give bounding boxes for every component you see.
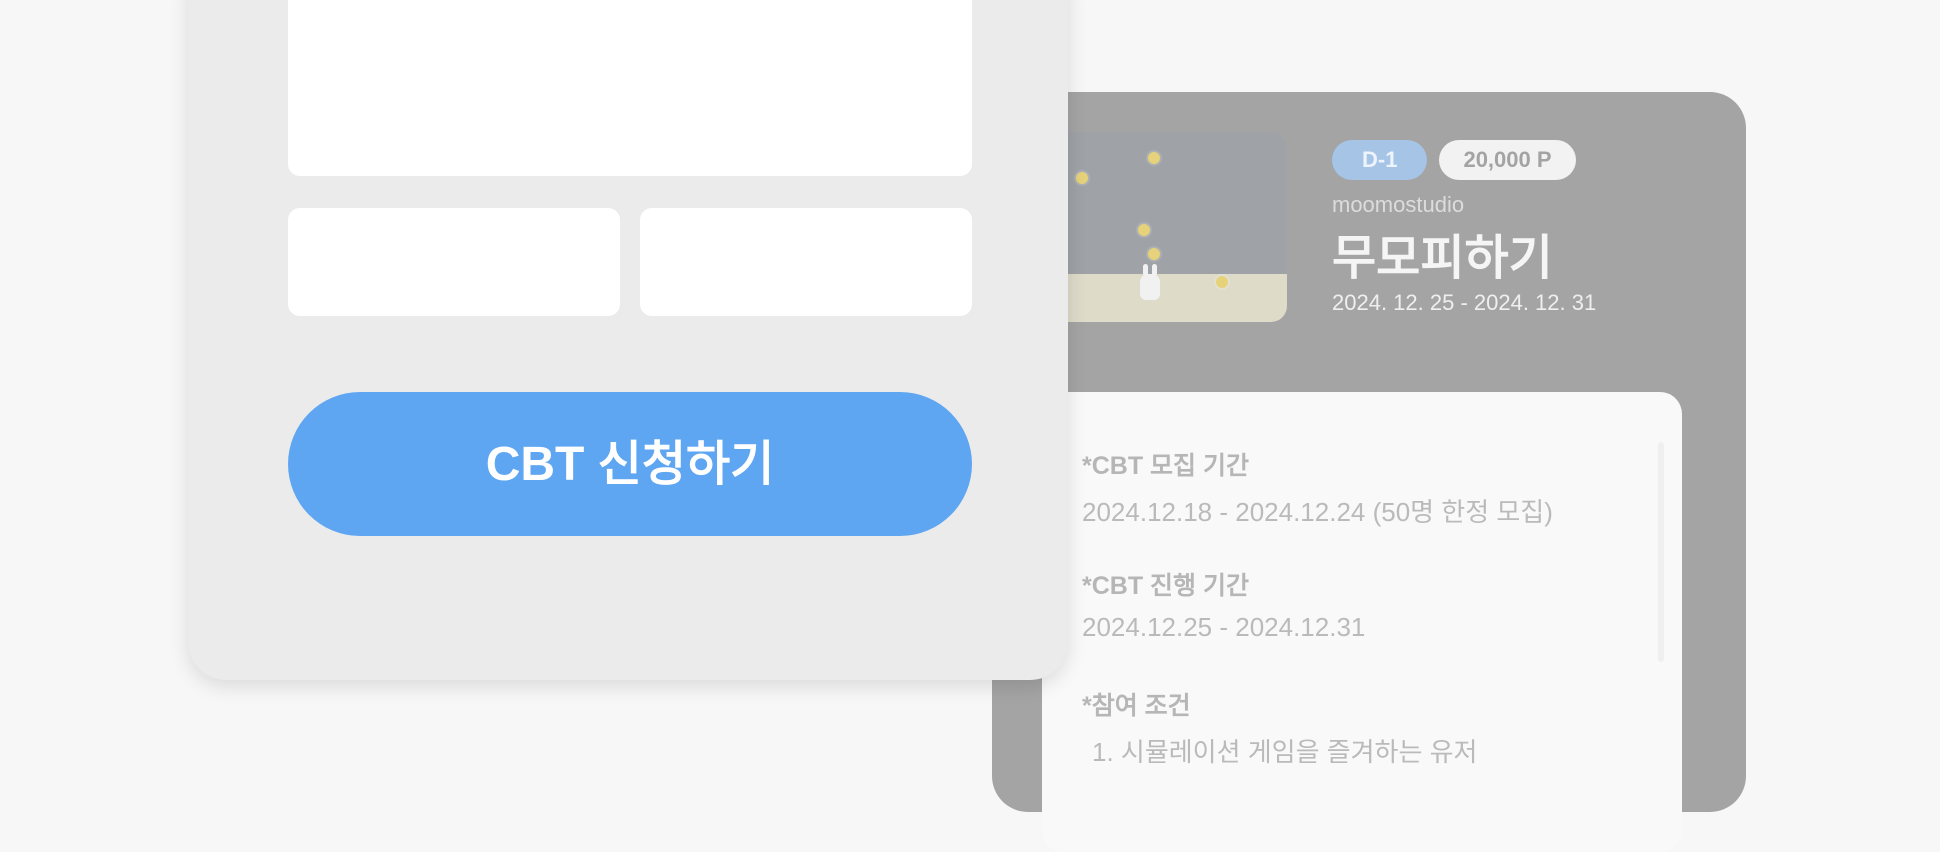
recruit-period-label: *CBT 모집 기간 [1082,452,1250,480]
form-input-left[interactable] [288,208,620,316]
points-badge: 20,000 P [1439,140,1576,180]
participation-label: *참여 조건 [1082,692,1191,720]
participation-value: 1. 시뮬레이션 게임을 즐겨하는 유저 [1092,737,1478,767]
participation-section: *참여 조건 1. 시뮬레이션 게임을 즐겨하는 유저 [1082,686,1477,769]
progress-period-value: 2024.12.25 - 2024.12.31 [1082,612,1366,642]
form-input-right[interactable] [640,208,972,316]
recruit-period-section: *CBT 모집 기간 2024.12.18 - 2024.12.24 (50명 … [1082,446,1553,529]
game-thumbnail-image [1044,132,1287,322]
recruit-period-value: 2024.12.18 - 2024.12.24 (50명 한정 모집) [1082,497,1553,527]
cbt-apply-button[interactable]: CBT 신청하기 [288,392,972,536]
event-period: 2024. 12. 25 - 2024. 12. 31 [1332,290,1597,315]
game-title: 무모피하기 [1332,232,1553,285]
info-scrollbar[interactable] [1658,442,1664,662]
dday-badge: D-1 [1332,140,1428,180]
progress-period-section: *CBT 진행 기간 2024.12.25 - 2024.12.31 [1082,566,1365,643]
progress-period-label: *CBT 진행 기간 [1082,572,1250,600]
studio-name: moomostudio [1332,192,1465,217]
cbt-application-form: CBT 신청하기 [188,0,1068,680]
game-detail-card: D-1 20,000 P moomostudio 무모피하기 2024. 12.… [992,92,1746,852]
message-textarea[interactable] [288,0,972,176]
cbt-info-panel[interactable]: *CBT 모집 기간 2024.12.18 - 2024.12.24 (50명 … [1042,392,1682,852]
